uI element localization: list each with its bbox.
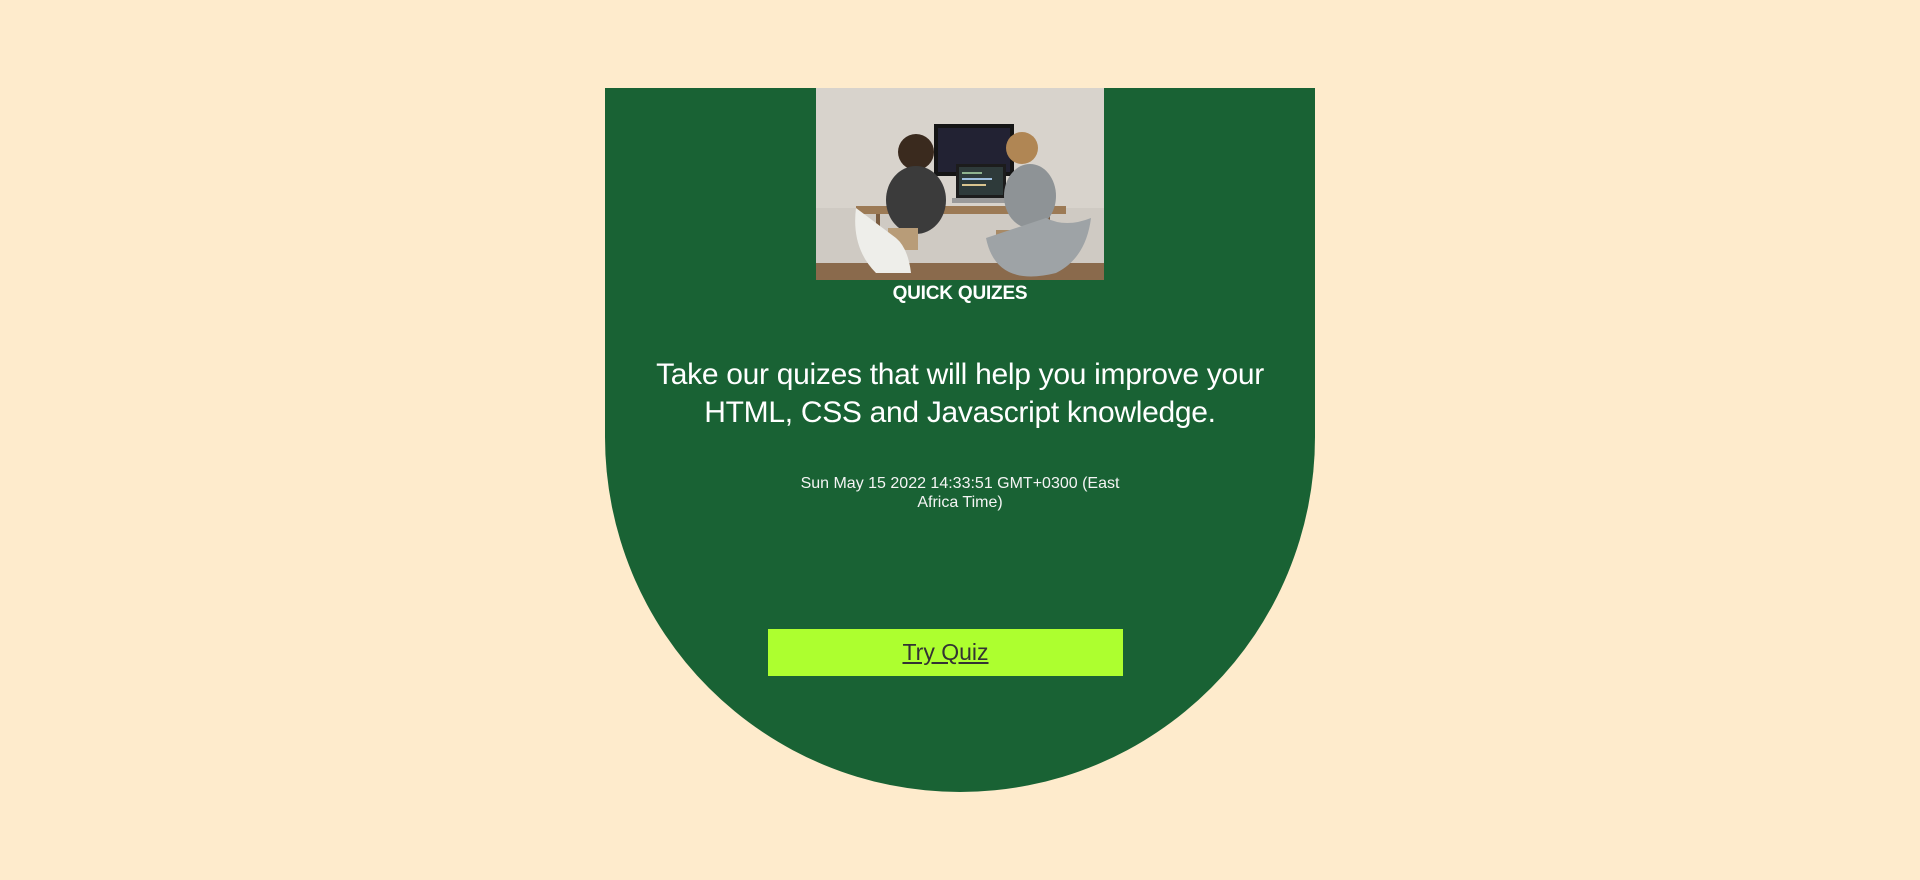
quiz-card: QUICK QUIZES Take our quizes that will h… [605,88,1315,792]
hero-image [816,88,1104,280]
card-description: Take our quizes that will help you impro… [656,358,1264,429]
card-title: QUICK QUIZES [892,283,1028,304]
current-datetime: Sun May 15 2022 14:33:51 GMT+0300 (East … [800,475,1120,511]
developers-photo [816,88,1104,280]
try-quiz-button[interactable]: Try Quiz [768,629,1123,676]
